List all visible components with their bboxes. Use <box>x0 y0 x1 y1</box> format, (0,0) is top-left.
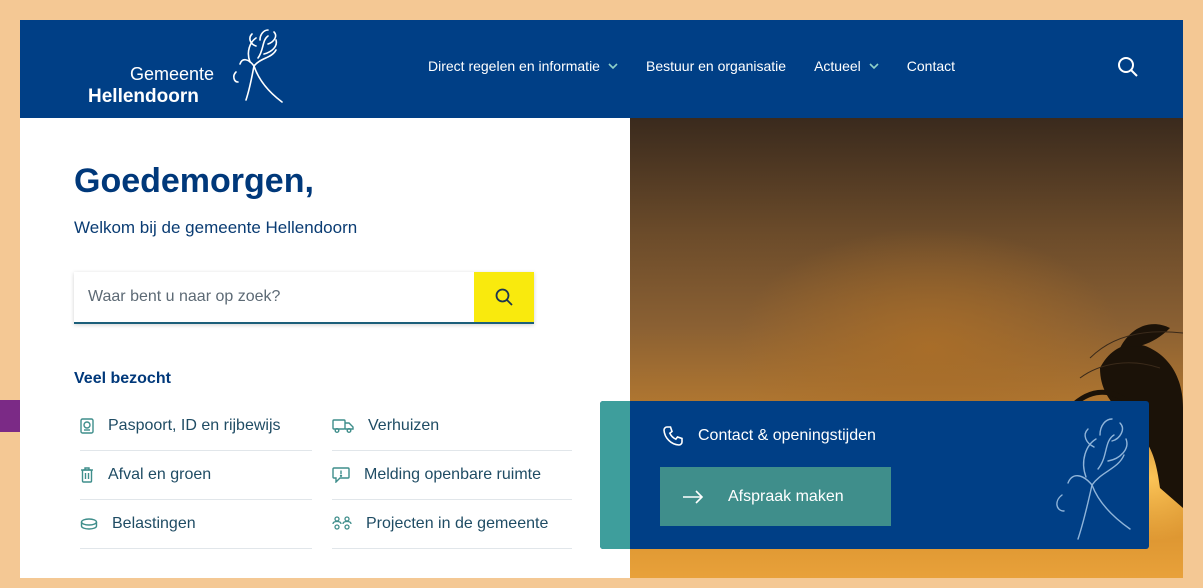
chevron-down-icon <box>608 62 618 69</box>
contact-link-label: Contact & openingstijden <box>698 427 876 444</box>
appointment-button-label: Afspraak maken <box>728 487 844 505</box>
chevron-down-icon <box>869 62 879 69</box>
welcome-text: Welkom bij de gemeente Hellendoorn <box>74 218 358 237</box>
appointment-button[interactable]: Afspraak maken <box>660 467 891 526</box>
link-projecten[interactable]: Projecten in de gemeente <box>332 500 572 549</box>
nav-direct-regelen-label: Direct regelen en informatie <box>428 58 600 74</box>
search-box <box>74 272 534 324</box>
link-verhuizen[interactable]: Verhuizen <box>332 402 572 451</box>
link-belastingen[interactable]: Belastingen <box>80 500 312 549</box>
page-frame: Gemeente Hellendoorn Direct regelen en i… <box>20 20 1183 578</box>
contact-link[interactable]: Contact & openingstijden <box>662 425 876 447</box>
panel-accent-strip <box>600 401 630 549</box>
popular-list-right: Verhuizen Melding openbare ruimte Projec… <box>332 402 572 549</box>
main-nav: Direct regelen en informatie Bestuur en … <box>428 58 983 74</box>
message-alert-icon <box>332 467 350 483</box>
link-melding-label: Melding openbare ruimte <box>364 466 541 483</box>
nav-bestuur[interactable]: Bestuur en organisatie <box>646 58 786 74</box>
tree-logo-icon <box>233 29 283 103</box>
link-melding[interactable]: Melding openbare ruimte <box>332 451 572 500</box>
search-icon <box>495 288 513 306</box>
popular-list-left: Paspoort, ID en rijbewijs Afval en groen… <box>80 402 312 549</box>
nav-contact-label: Contact <box>906 58 956 74</box>
link-verhuizen-label: Verhuizen <box>368 417 440 434</box>
link-paspoort[interactable]: Paspoort, ID en rijbewijs <box>80 402 312 451</box>
search-button[interactable] <box>474 272 534 322</box>
truck-icon <box>332 419 354 433</box>
nav-bestuur-label: Bestuur en organisatie <box>645 58 787 74</box>
logo[interactable]: Gemeente Hellendoorn <box>88 29 288 110</box>
search-input[interactable] <box>74 272 474 322</box>
nav-actueel[interactable]: Actueel <box>814 58 879 74</box>
coins-icon <box>80 518 98 530</box>
arrow-right-icon <box>683 489 704 504</box>
search-icon[interactable] <box>1116 55 1140 79</box>
phone-icon <box>663 426 683 446</box>
link-afval[interactable]: Afval en groen <box>80 451 312 500</box>
nav-actueel-label: Actueel <box>814 58 861 74</box>
contact-panel: Contact & openingstijden Afspraak maken <box>600 401 1149 549</box>
nav-contact[interactable]: Contact <box>907 58 955 74</box>
link-paspoort-label: Paspoort, ID en rijbewijs <box>108 417 281 434</box>
nav-direct-regelen[interactable]: Direct regelen en informatie <box>428 58 618 74</box>
link-belastingen-label: Belastingen <box>112 515 196 532</box>
link-afval-label: Afval en groen <box>108 466 212 483</box>
trash-icon <box>81 467 93 483</box>
id-card-icon <box>80 418 94 434</box>
people-icon <box>332 516 352 530</box>
tree-watermark-icon <box>1056 418 1131 540</box>
popular-heading: Veel bezocht <box>74 370 171 387</box>
page-title: Goedemorgen, <box>74 162 314 200</box>
site-header: Gemeente Hellendoorn Direct regelen en i… <box>20 20 1183 118</box>
logo-word-hellendoorn: Hellendoorn <box>88 86 199 107</box>
link-projecten-label: Projecten in de gemeente <box>366 515 549 532</box>
logo-word-gemeente: Gemeente <box>130 64 215 84</box>
